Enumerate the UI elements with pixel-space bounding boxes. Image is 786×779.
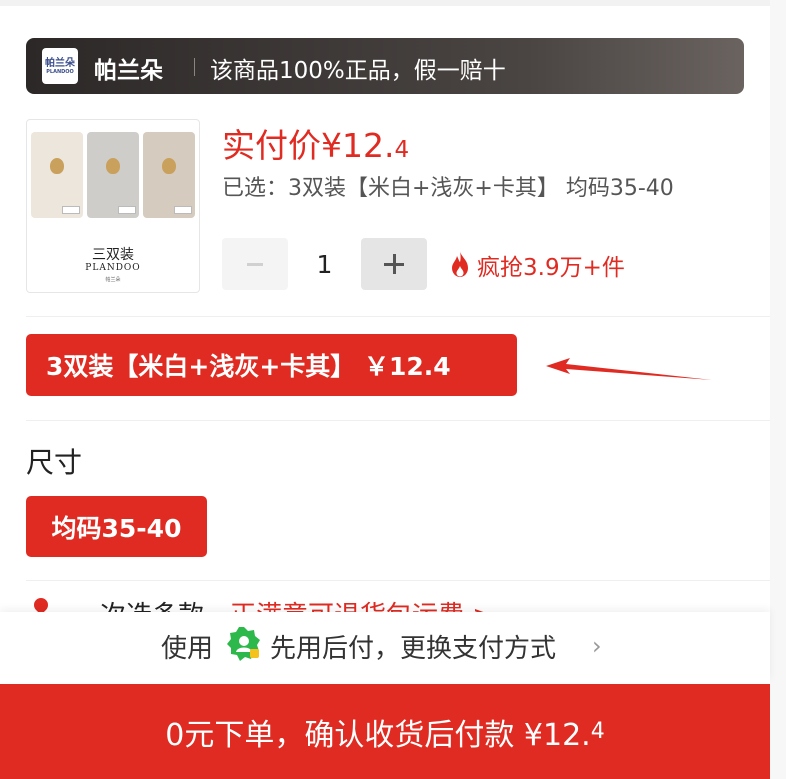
hot-sale-text: 疯抢3.9万+件 [477, 255, 625, 281]
pack-brand: PLANDOO [85, 263, 141, 273]
pack-title: 三双装 [92, 247, 134, 263]
selected-variant-summary: 已选：3双装【米白+浅灰+卡其】 均码35-40 [222, 176, 674, 201]
authenticity-slogan: 该商品100%正品，假一赔十 [210, 58, 506, 84]
divider [26, 420, 770, 421]
price-main: 实付价¥12. [222, 126, 395, 165]
chevron-right-icon: › [592, 632, 602, 660]
size-option-selected[interactable]: 均码35-40 [26, 496, 207, 557]
size-heading: 尺寸 [26, 446, 83, 479]
sock-image-khaki [143, 132, 195, 218]
brand-logo: 帕兰朵 PLANDOO [42, 48, 78, 84]
brand-name: 帕兰朵 [94, 58, 163, 84]
price-decimal: 4 [394, 137, 410, 163]
minus-icon [247, 262, 263, 266]
scroll-gutter [770, 0, 786, 779]
quantity-decrement-button[interactable] [222, 238, 288, 290]
shipping-info-row: 次选多款，正满意可退货包运费 > [26, 590, 770, 614]
payment-prefix: 使用 [161, 634, 214, 664]
product-thumbnail[interactable]: 三双装 PLANDOO 帕兰朵 [26, 119, 200, 293]
pack-subtitle: 帕兰朵 [105, 277, 121, 283]
sock-image-white [31, 132, 83, 218]
brand-logo-subtext: PLANDOO [46, 68, 74, 75]
variant-option-selected[interactable]: 3双装【米白+浅灰+卡其】 ￥12.4 [26, 334, 517, 396]
payment-method-row[interactable]: 使用 先用后付，更换支付方式 › [0, 612, 770, 682]
flame-icon [452, 251, 468, 277]
order-button-decimal: 4 [590, 719, 605, 744]
order-button-label: 0元下单，确认收货后付款 ¥12. [165, 717, 591, 753]
brand-banner: 帕兰朵 PLANDOO 帕兰朵 该商品100%正品，假一赔十 [26, 38, 744, 94]
brand-logo-text: 帕兰朵 [45, 57, 75, 69]
price-label: 实付价¥12.4 [222, 119, 409, 167]
shield-user-icon [227, 627, 260, 661]
banner-divider [194, 58, 195, 76]
quantity-value[interactable]: 1 [288, 238, 361, 290]
pay-later-text: 先用后付，更换支付方式 [270, 634, 557, 664]
pointer-arrow-icon [546, 358, 712, 380]
place-order-button[interactable]: 0元下单，确认收货后付款 ¥12. 4 [0, 684, 770, 779]
divider [26, 580, 770, 581]
divider [26, 316, 770, 317]
sock-image-gray [87, 132, 139, 218]
top-strip [0, 0, 770, 6]
quantity-increment-button[interactable] [361, 238, 427, 290]
